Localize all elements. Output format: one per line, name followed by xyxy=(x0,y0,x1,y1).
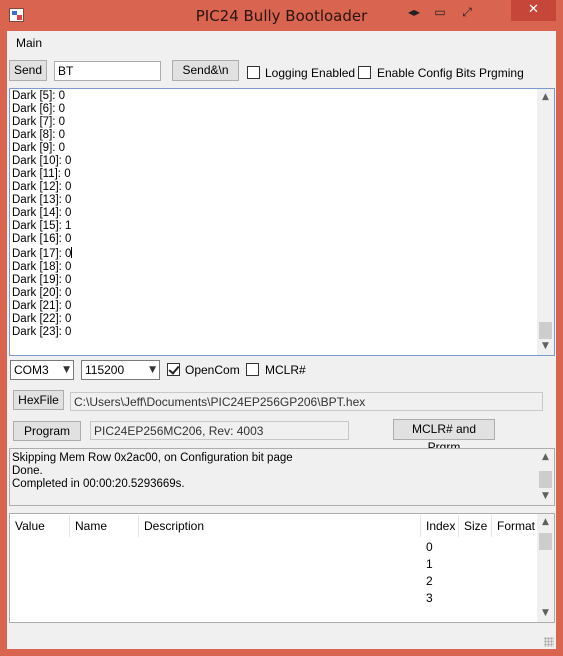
pin-arrows-icon[interactable]: ◂▸ xyxy=(404,3,424,21)
scroll-up-icon[interactable]: ▲ xyxy=(537,449,554,466)
column-header-value[interactable]: Value xyxy=(10,515,70,537)
logging-enabled-checkbox[interactable] xyxy=(247,66,260,79)
menu-main[interactable]: Main xyxy=(16,36,42,50)
console-line: Dark [22]: 0 xyxy=(12,313,72,325)
console-line: Dark [9]: 0 xyxy=(12,142,66,154)
send-text-input[interactable]: BT xyxy=(54,61,161,81)
menu-bar: Main xyxy=(7,31,556,55)
status-log-line: Skipping Mem Row 0x2ac00, on Configurati… xyxy=(12,452,293,464)
horizontal-scrollbar[interactable] xyxy=(9,627,555,644)
baud-rate-value: 115200 xyxy=(85,363,125,377)
opencom-label[interactable]: OpenCom xyxy=(185,363,240,377)
console-line: Dark [5]: 0 xyxy=(12,90,66,102)
column-header-format[interactable]: Format xyxy=(492,515,538,537)
console-line: Dark [8]: 0 xyxy=(12,129,66,141)
grid-index-cell[interactable]: 1 xyxy=(426,556,433,573)
mclr-label[interactable]: MCLR# xyxy=(265,363,306,377)
client-area: Main Send BT Send&\n Logging Enabled Ena… xyxy=(7,31,556,649)
hexfile-path-field[interactable]: C:\Users\Jeff\Documents\PIC24EP256GP206\… xyxy=(70,392,543,411)
send-newline-button[interactable]: Send&\n xyxy=(172,60,239,81)
mclr-checkbox[interactable] xyxy=(246,363,259,376)
console-line: Dark [12]: 0 xyxy=(12,181,72,193)
console-line: Dark [11]: 0 xyxy=(12,168,71,180)
grid-scrollbar[interactable]: ▲ ▼ xyxy=(537,514,554,622)
console-line: Dark [13]: 0 xyxy=(12,194,72,206)
column-header-size[interactable]: Size xyxy=(459,515,492,537)
console-line: Dark [20]: 0 xyxy=(12,287,72,299)
scroll-up-icon[interactable]: ▲ xyxy=(537,89,554,106)
com-port-select[interactable]: COM3 ▼ xyxy=(10,360,74,380)
status-log[interactable]: Skipping Mem Row 0x2ac00, on Configurati… xyxy=(9,448,555,506)
console-line: Dark [16]: 0 xyxy=(12,233,72,245)
baud-rate-select[interactable]: 115200 ▼ xyxy=(81,360,160,380)
data-grid[interactable]: Value Name Description Index Size Format… xyxy=(9,513,555,623)
grid-index-cell[interactable]: 3 xyxy=(426,590,433,607)
status-log-line: Completed in 00:00:20.5293669s. xyxy=(12,478,185,490)
close-icon: ✕ xyxy=(528,2,539,17)
column-header-index[interactable]: Index xyxy=(421,515,459,537)
column-header-name[interactable]: Name xyxy=(70,515,139,537)
scroll-down-icon[interactable]: ▼ xyxy=(537,488,554,505)
status-log-scrollbar[interactable]: ▲ ▼ xyxy=(537,449,554,505)
app-window: PIC24 Bully Bootloader ◂▸ ▭ ⤢ ✕ Main Sen… xyxy=(0,0,563,656)
close-button[interactable]: ✕ xyxy=(511,0,556,21)
logging-enabled-label[interactable]: Logging Enabled xyxy=(265,66,355,80)
title-bar[interactable]: PIC24 Bully Bootloader ◂▸ ▭ ⤢ ✕ xyxy=(0,0,563,31)
status-log-lines: Skipping Mem Row 0x2ac00, on Configurati… xyxy=(10,452,535,491)
console-output[interactable]: Dark [5]: 0 Dark [6]: 0 Dark [7]: 0 Dark [8… xyxy=(9,88,555,356)
scroll-down-icon[interactable]: ▼ xyxy=(537,605,554,622)
send-button[interactable]: Send xyxy=(9,60,47,81)
minimize-button[interactable] xyxy=(471,0,485,21)
console-line: Dark [7]: 0 xyxy=(12,116,66,128)
column-header-description[interactable]: Description xyxy=(139,515,421,537)
scroll-thumb[interactable] xyxy=(539,322,552,339)
scroll-down-icon[interactable]: ▼ xyxy=(537,338,554,355)
scroll-up-icon[interactable]: ▲ xyxy=(537,514,554,531)
config-bits-label[interactable]: Enable Config Bits Prgming xyxy=(377,66,524,80)
console-line: Dark [14]: 0 xyxy=(12,207,72,219)
console-line: Dark [15]: 1 xyxy=(12,220,72,232)
console-line: Dark [17]: 0 xyxy=(12,248,72,260)
scroll-thumb[interactable] xyxy=(539,471,552,488)
console-line: Dark [19]: 0 xyxy=(12,274,72,286)
console-scrollbar[interactable]: ▲ ▼ xyxy=(537,89,554,355)
console-lines: Dark [5]: 0 Dark [6]: 0 Dark [7]: 0 Dark [8… xyxy=(12,90,534,339)
console-line: Dark [23]: 0 xyxy=(12,326,72,338)
mclr-and-program-button[interactable]: MCLR# and Prgrm xyxy=(393,419,495,454)
chevron-down-icon: ▼ xyxy=(63,365,70,375)
status-log-line: Done. xyxy=(12,465,43,477)
resize-grip-icon[interactable] xyxy=(544,637,554,647)
device-info-field: PIC24EP256MC206, Rev: 4003 xyxy=(90,421,349,440)
hexfile-button[interactable]: HexFile xyxy=(13,390,64,410)
chevron-down-icon: ▼ xyxy=(149,365,156,375)
scroll-thumb[interactable] xyxy=(539,533,552,550)
console-line: Dark [10]: 0 xyxy=(12,155,72,167)
console-line: Dark [21]: 0 xyxy=(12,300,72,312)
grid-index-cell[interactable]: 2 xyxy=(426,573,433,590)
opencom-checkbox[interactable] xyxy=(167,363,180,376)
program-button[interactable]: Program xyxy=(13,421,81,441)
grid-index-cell[interactable]: 0 xyxy=(426,539,433,556)
console-line: Dark [18]: 0 xyxy=(12,261,72,273)
text-caret xyxy=(71,247,73,258)
console-line: Dark [6]: 0 xyxy=(12,103,66,115)
config-bits-checkbox[interactable] xyxy=(358,66,371,79)
com-port-value: COM3 xyxy=(14,363,49,377)
window-menu-icon[interactable]: ▭ xyxy=(430,3,450,21)
